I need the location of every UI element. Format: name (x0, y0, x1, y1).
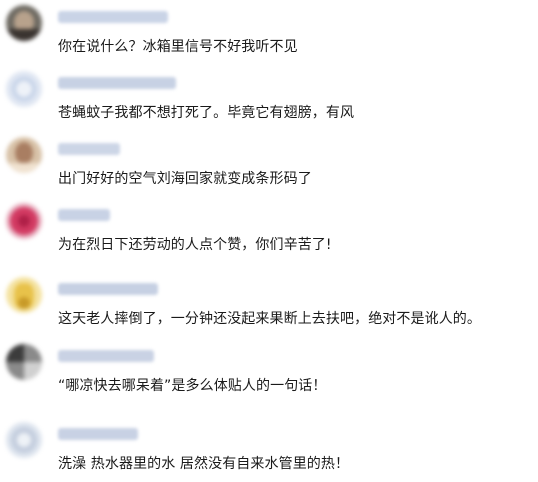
avatar[interactable] (6, 137, 42, 173)
comment-list: 你在说什么？冰箱里信号不好我听不见 苍蝇蚊子我都不想打死了。毕竟它有翅膀，有风 … (0, 0, 538, 481)
avatar[interactable] (6, 344, 42, 380)
comment-text: 出门好好的空气刘海回家就变成条形码了 (58, 171, 312, 187)
avatar[interactable] (6, 422, 42, 458)
comment-username[interactable] (58, 11, 168, 23)
avatar[interactable] (6, 71, 42, 107)
comment-username[interactable] (58, 209, 110, 221)
comment-text: 苍蝇蚊子我都不想打死了。毕竟它有翅膀，有风 (58, 105, 355, 121)
comment-username[interactable] (58, 428, 138, 440)
comment-item: 这天老人摔倒了，一分钟还没起来果断上去扶吧，绝对不是讹人的。 (0, 277, 538, 337)
comment-username[interactable] (58, 350, 154, 362)
comment-text: 你在说什么？冰箱里信号不好我听不见 (58, 39, 298, 55)
comment-text: 为在烈日下还劳动的人点个赞，你们辛苦了! (58, 237, 332, 253)
comment-text: 这天老人摔倒了，一分钟还没起来果断上去扶吧，绝对不是讹人的。 (58, 311, 481, 327)
comment-item: 出门好好的空气刘海回家就变成条形码了 (0, 137, 538, 197)
avatar[interactable] (6, 5, 42, 41)
comment-username[interactable] (58, 77, 176, 89)
comment-item: 洗澡 热水器里的水 居然没有自来水管里的热！ (0, 422, 538, 482)
comment-item: 苍蝇蚊子我都不想打死了。毕竟它有翅膀，有风 (0, 71, 538, 131)
comment-text: 洗澡 热水器里的水 居然没有自来水管里的热！ (58, 456, 350, 472)
comment-item: “哪凉快去哪呆着”是多么体贴人的一句话！ (0, 344, 538, 404)
comment-item: 你在说什么？冰箱里信号不好我听不见 (0, 5, 538, 65)
comment-item: 为在烈日下还劳动的人点个赞，你们辛苦了! (0, 203, 538, 263)
comment-username[interactable] (58, 143, 120, 155)
comment-username[interactable] (58, 283, 158, 295)
comment-text: “哪凉快去哪呆着”是多么体贴人的一句话！ (58, 378, 327, 394)
avatar[interactable] (6, 203, 42, 239)
avatar[interactable] (6, 277, 42, 313)
